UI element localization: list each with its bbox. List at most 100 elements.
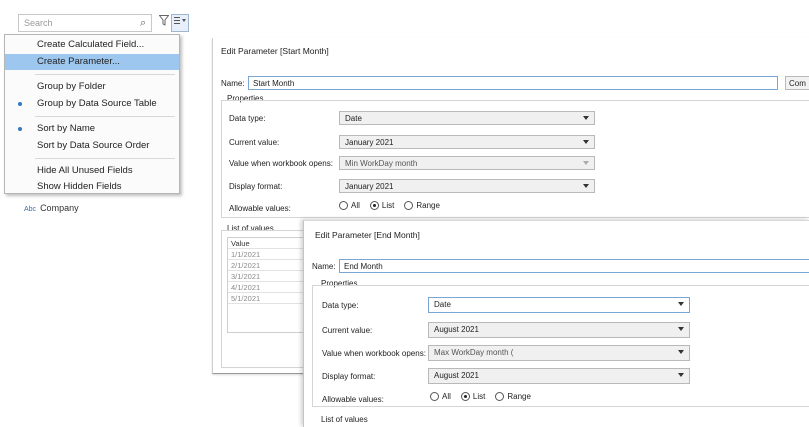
radio-icon [495,392,505,401]
data-pane-context-menu: Create Calculated Field... Create Parame… [4,34,180,194]
data-type-value: Date [345,114,362,123]
data-type-label: Data type: [322,301,359,310]
radio-selected-icon [369,201,379,210]
search-input[interactable]: Search [18,14,152,32]
data-pane: Search ⌕ Abc Company Create Calculated Fi… [0,0,190,224]
radio-selected-icon [460,392,470,401]
radio-list[interactable]: List [369,201,395,210]
allowable-values-radios: All List Range [430,392,537,401]
list-cell[interactable]: 3/1/2021 [228,271,306,282]
radio-icon [430,392,439,401]
display-format-label: Display format: [322,372,376,381]
name-label: Name: [221,79,245,88]
workbook-opens-label: Value when workbook opens: [322,349,426,358]
workbook-opens-select[interactable]: Max WorkDay month ( [428,345,690,361]
menu-item-group-by-data-source-table[interactable]: Group by Data Source Table [5,96,179,112]
list-cell[interactable]: 1/1/2021 [228,249,306,260]
current-value-label: Current value: [229,138,280,147]
menu-separator [35,116,175,117]
radio-icon [339,201,348,210]
radio-label: List [381,201,395,210]
display-format-select[interactable]: August 2021 [428,368,690,384]
chevron-down-icon [583,140,589,144]
workbook-opens-label: Value when workbook opens: [229,159,333,168]
menu-item-label: Create Calculated Field... [37,39,145,50]
chevron-down-icon [678,350,684,354]
parameter-name-input[interactable]: Start Month [248,76,778,90]
menu-separator [35,158,175,159]
allowable-values-label: Allowable values: [322,395,384,404]
current-value-select[interactable]: August 2021 [428,322,690,338]
menu-item-label: Group by Folder [37,81,106,92]
menu-item-label: Show Hidden Fields [37,181,122,192]
name-label: Name: [312,262,336,271]
radio-all[interactable]: All [339,201,360,210]
filter-icon[interactable] [157,14,171,32]
chevron-down-icon [583,161,589,165]
menu-item-sort-by-data-source-order[interactable]: Sort by Data Source Order [5,138,179,154]
menu-item-label: Group by Data Source Table [37,98,157,109]
current-value: January 2021 [345,138,394,147]
data-pane-menu-button[interactable] [171,14,189,32]
search-icon[interactable]: ⌕ [140,16,146,30]
display-format-value: August 2021 [434,371,479,380]
menu-item-create-parameter[interactable]: Create Parameter... [5,54,179,70]
radio-list[interactable]: List [460,392,486,401]
display-format-label: Display format: [229,182,283,191]
selected-dot-icon [18,102,22,106]
chevron-down-icon [583,116,589,120]
list-header-value: Value [228,238,306,249]
dialog-title: Edit Parameter [End Month] [315,230,420,240]
display-format-value: January 2021 [345,182,394,191]
workbook-opens-value: Max WorkDay month ( [434,348,514,357]
menu-item-show-hidden-fields[interactable]: Show Hidden Fields [5,179,179,195]
menu-item-create-calculated-field[interactable]: Create Calculated Field... [5,37,179,53]
menu-item-label: Hide All Unused Fields [37,165,133,176]
edit-parameter-dialog-end-month: Edit Parameter [End Month] Name: End Mon… [303,220,809,427]
menu-item-sort-by-name[interactable]: Sort by Name [5,121,179,137]
string-type-badge: Abc [24,206,37,213]
selected-dot-icon [18,127,22,131]
radio-label: All [442,392,451,401]
chevron-down-icon [678,373,684,377]
allowable-values-label: Allowable values: [229,204,291,213]
dialog-title: Edit Parameter [Start Month] [221,46,329,56]
radio-label: List [472,392,486,401]
radio-all[interactable]: All [430,392,451,401]
radio-range[interactable]: Range [495,392,531,401]
radio-label: All [351,201,360,210]
comment-button[interactable]: Com [785,76,809,90]
chevron-down-icon [678,327,684,331]
field-name: Company [40,203,79,213]
menu-item-label: Create Parameter... [37,56,120,67]
parameter-name-input[interactable]: End Month [339,259,809,273]
list-menu-icon [174,17,186,24]
menu-item-group-by-folder[interactable]: Group by Folder [5,79,179,95]
radio-range[interactable]: Range [404,201,440,210]
chevron-down-icon [583,184,589,188]
data-type-select[interactable]: Date [428,297,690,313]
menu-item-hide-all-unused-fields[interactable]: Hide All Unused Fields [5,163,179,179]
current-value-label: Current value: [322,326,373,335]
list-of-values-table[interactable]: Value 1/1/2021 2/1/2021 3/1/2021 4/1/202… [227,237,307,333]
menu-item-label: Sort by Name [37,123,96,134]
allowable-values-radios: All List Range [339,201,446,210]
list-cell[interactable]: 2/1/2021 [228,260,306,271]
menu-item-label: Sort by Data Source Order [37,140,150,151]
list-of-values-label: List of values [321,415,368,424]
list-cell[interactable]: 5/1/2021 [228,293,306,304]
data-type-value: Date [434,300,451,309]
chevron-down-icon [678,302,684,306]
data-type-select[interactable]: Date [339,111,595,125]
list-cell[interactable]: 4/1/2021 [228,282,306,293]
workbook-opens-select[interactable]: Min WorkDay month [339,156,595,170]
workbook-opens-value: Min WorkDay month [345,159,418,168]
radio-label: Range [507,392,531,401]
current-value-select[interactable]: January 2021 [339,135,595,149]
field-company[interactable]: Abc Company [24,203,79,213]
menu-separator [35,74,175,75]
current-value: August 2021 [434,325,479,334]
display-format-select[interactable]: January 2021 [339,179,595,193]
data-type-label: Data type: [229,114,266,123]
radio-label: Range [416,201,440,210]
